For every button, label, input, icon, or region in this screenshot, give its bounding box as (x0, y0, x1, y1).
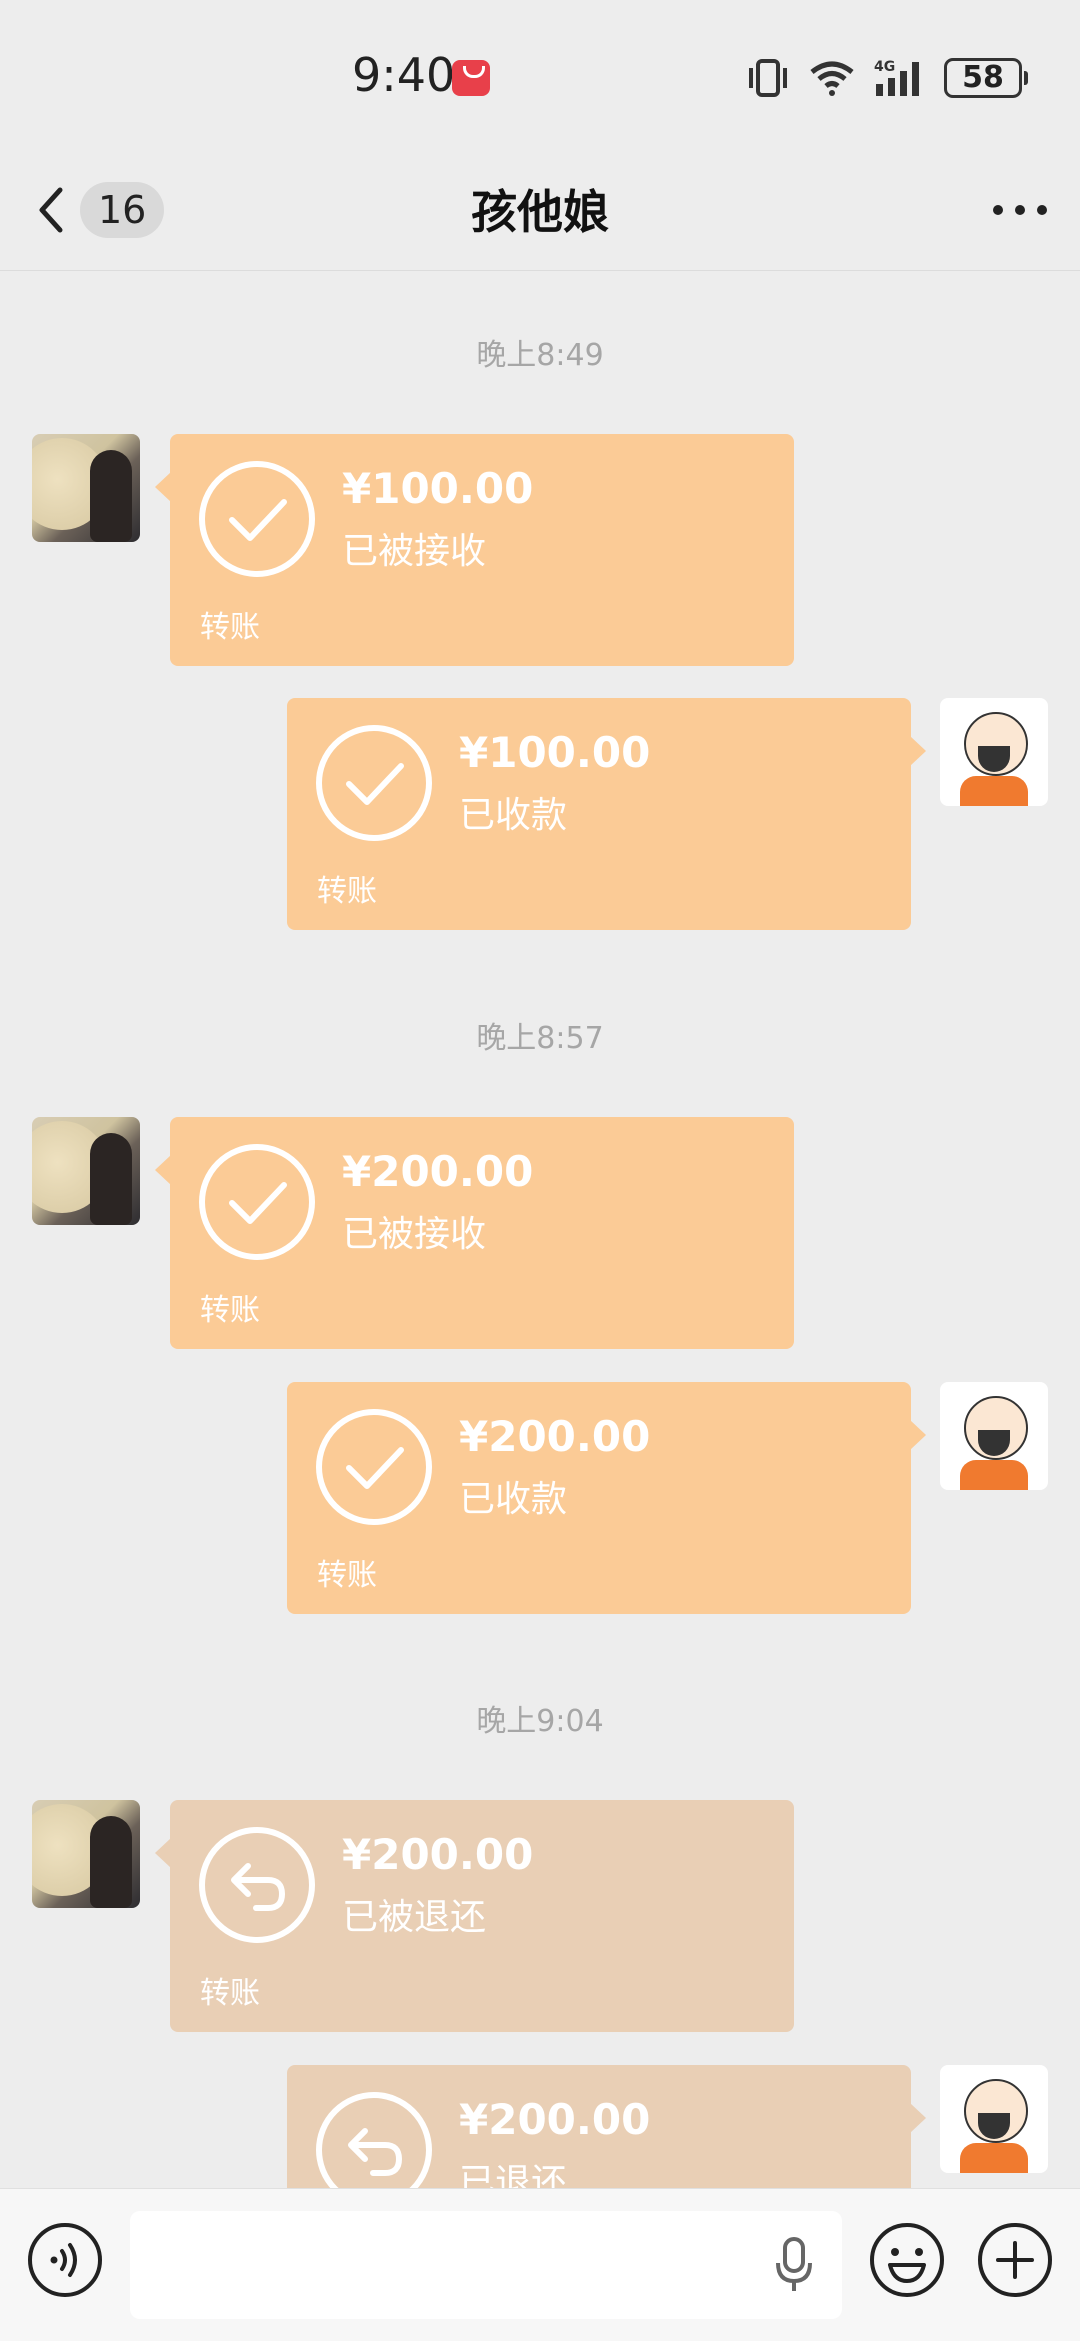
transfer-status: 已被接收 (342, 531, 487, 572)
transfer-status: 已被接收 (342, 1214, 487, 1255)
input-bar (0, 2188, 1080, 2341)
plus-circle-icon (978, 2223, 1052, 2297)
avatar-contact[interactable] (32, 434, 140, 542)
transfer-label: 转账 (317, 874, 377, 909)
timestamp: 晚上8:49 (476, 338, 604, 373)
status-time: 9:40 (352, 48, 456, 102)
check-circle-icon (199, 1144, 315, 1260)
voice-toggle-button[interactable] (26, 2221, 104, 2299)
transfer-amount: ¥200.00 (342, 1830, 534, 1879)
huawei-app-icon (452, 60, 490, 96)
more-options-button[interactable] (990, 180, 1050, 240)
chat-title: 孩他娘 (471, 185, 609, 239)
transfer-amount: ¥200.00 (459, 2095, 651, 2144)
microphone-icon[interactable] (770, 2235, 818, 2295)
transfer-amount: ¥200.00 (459, 1412, 651, 1461)
chat-header: 16 孩他娘 (0, 150, 1080, 271)
voice-icon (28, 2223, 102, 2297)
status-bar: 9:40 4G 58 (0, 0, 1080, 150)
avatar-contact[interactable] (32, 1800, 140, 1908)
avatar-self[interactable] (940, 2065, 1048, 2173)
transfer-label: 转账 (200, 610, 260, 645)
transfer-status: 已被退还 (342, 1897, 487, 1938)
more-dots-icon (993, 205, 1047, 215)
check-circle-icon (316, 1409, 432, 1525)
more-actions-button[interactable] (976, 2221, 1054, 2299)
avatar-self[interactable] (940, 1382, 1048, 1490)
network-type-label: 4G (874, 59, 895, 75)
avatar-self[interactable] (940, 698, 1048, 806)
check-circle-icon (316, 725, 432, 841)
timestamp: 晚上8:57 (476, 1021, 604, 1056)
return-arrow-icon (199, 1827, 315, 1943)
transfer-label: 转账 (317, 1558, 377, 1593)
transfer-amount: ¥100.00 (459, 728, 651, 777)
avatar-contact[interactable] (32, 1117, 140, 1225)
transfer-bubble[interactable]: ¥200.00 已收款 转账 (287, 1382, 926, 1614)
emoji-icon (870, 2223, 944, 2297)
transfer-label: 转账 (200, 1293, 260, 1328)
transfer-amount: ¥200.00 (342, 1147, 534, 1196)
battery-indicator: 58 (944, 58, 1028, 98)
transfer-bubble[interactable]: ¥100.00 已收款 转账 (287, 698, 926, 930)
transfer-status: 已收款 (459, 795, 568, 836)
transfer-bubble[interactable]: ¥200.00 已被退还 转账 (155, 1800, 794, 2032)
transfer-amount: ¥100.00 (342, 464, 534, 513)
signal-icon: 4G (874, 59, 919, 96)
message-input[interactable] (130, 2211, 842, 2319)
transfer-status: 已收款 (459, 1479, 568, 1520)
wifi-icon (810, 61, 854, 96)
transfer-label: 转账 (200, 1976, 260, 2011)
emoji-button[interactable] (868, 2221, 946, 2299)
transfer-bubble[interactable]: ¥100.00 已被接收 转账 (155, 434, 794, 666)
status-icons: 4G 58 (746, 56, 1028, 100)
timestamp: 晚上9:04 (476, 1704, 604, 1739)
vibrate-icon (749, 59, 787, 97)
check-circle-icon (199, 461, 315, 577)
transfer-bubble[interactable]: ¥200.00 已被接收 转账 (155, 1117, 794, 1349)
